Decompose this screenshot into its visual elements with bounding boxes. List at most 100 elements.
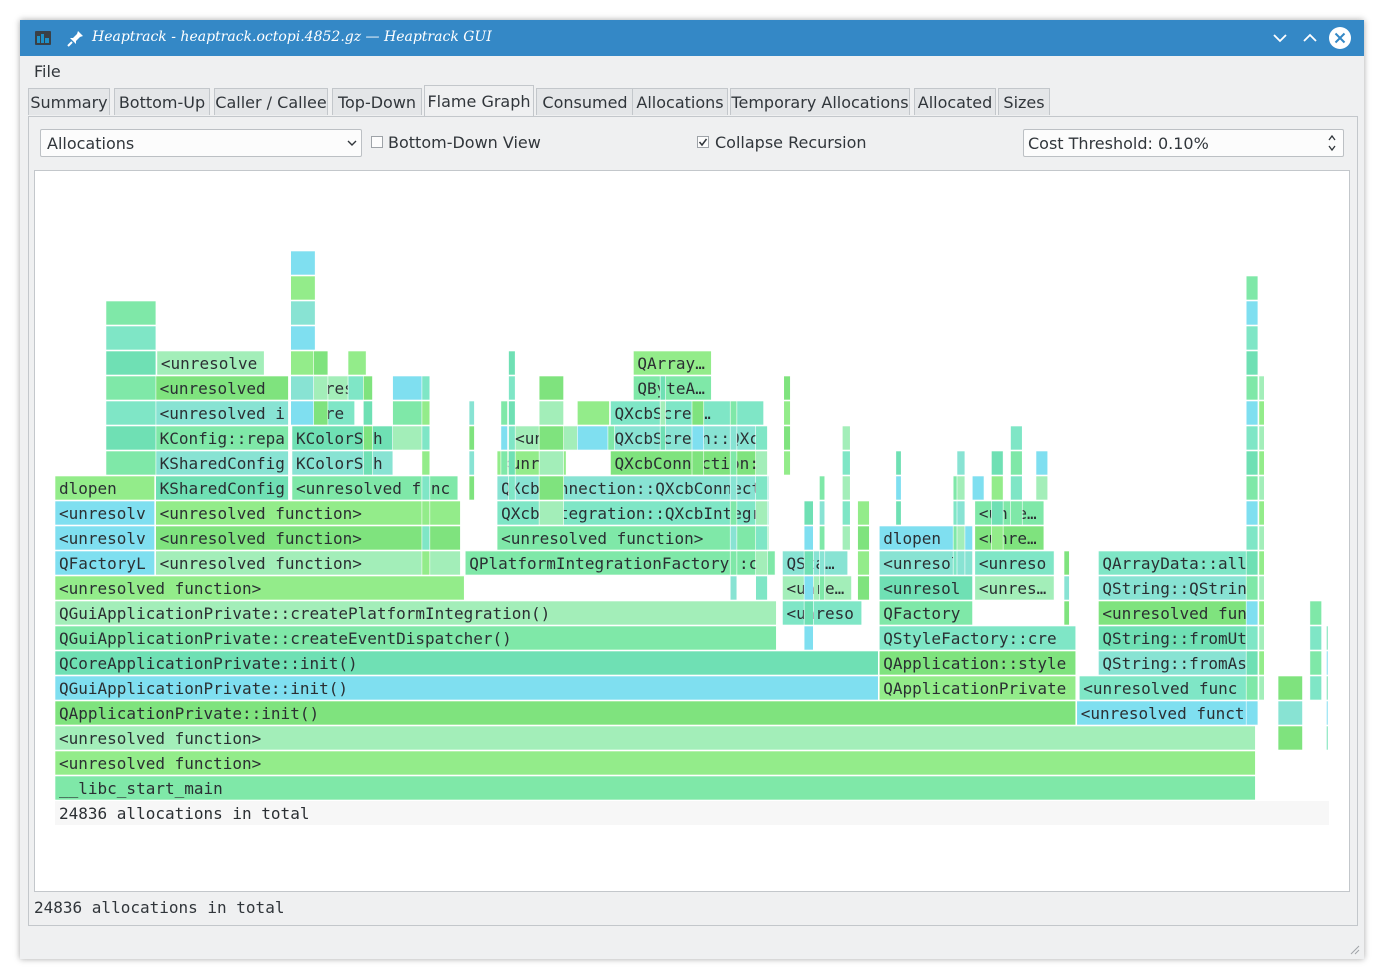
flame-frame[interactable]: [691, 450, 705, 476]
flame-frame[interactable]: [290, 275, 316, 301]
tab-allocated[interactable]: Allocated: [914, 88, 996, 115]
flame-frame[interactable]: [1245, 325, 1259, 351]
flame-frame[interactable]: [755, 550, 768, 576]
flame-frame[interactable]: [468, 475, 475, 501]
bottom-down-checkbox[interactable]: [371, 136, 383, 148]
flame-frame[interactable]: [508, 375, 516, 401]
flame-frame[interactable]: [842, 450, 851, 476]
flame-frame[interactable]: [347, 350, 367, 376]
flame-frame[interactable]: [842, 500, 851, 526]
flame-frame[interactable]: [468, 450, 475, 476]
tab-bottom-up[interactable]: Bottom-Up: [114, 88, 210, 115]
flame-frame[interactable]: KColorSch: [291, 450, 394, 476]
flame-frame[interactable]: [1245, 475, 1259, 501]
flame-frame[interactable]: [577, 400, 610, 426]
flame-frame[interactable]: [783, 400, 791, 426]
flame-frame[interactable]: [729, 475, 738, 501]
flame-frame[interactable]: [1245, 650, 1259, 676]
flame-frame[interactable]: [1258, 575, 1265, 601]
flame-frame[interactable]: [1010, 475, 1023, 501]
flame-frame[interactable]: <unresolved func: [1078, 675, 1255, 701]
flame-frame[interactable]: [363, 425, 373, 451]
flame-frame[interactable]: [1063, 575, 1070, 601]
flame-frame[interactable]: [857, 500, 870, 526]
flame-frame[interactable]: [803, 600, 814, 626]
flame-frame[interactable]: [691, 400, 705, 426]
flame-frame[interactable]: [1258, 550, 1265, 576]
flame-frame[interactable]: QString::fromAs: [1098, 650, 1256, 676]
flame-frame[interactable]: [363, 450, 373, 476]
flame-frame[interactable]: [313, 350, 329, 376]
flame-frame[interactable]: QStyleFactory::cre: [878, 625, 1077, 651]
bottom-down-label[interactable]: Bottom-Down View: [388, 133, 541, 152]
flame-frame[interactable]: [819, 575, 826, 601]
flame-frame[interactable]: [1245, 350, 1259, 376]
flame-frame[interactable]: [105, 375, 157, 401]
flame-frame[interactable]: [1277, 675, 1303, 701]
flame-frame[interactable]: [1258, 675, 1265, 701]
flame-frame[interactable]: [1277, 700, 1303, 726]
flame-frame[interactable]: KConfig::repa: [155, 425, 289, 451]
flame-frame[interactable]: [755, 500, 768, 526]
flame-graph-canvas[interactable]: __libc_start_main <unresolved function> <u…: [35, 171, 1349, 891]
flame-frame[interactable]: [956, 475, 966, 501]
flame-frame[interactable]: [1258, 450, 1265, 476]
flame-frame[interactable]: [1010, 425, 1023, 451]
flame-frame[interactable]: [421, 475, 431, 501]
flame-frame[interactable]: [105, 350, 157, 376]
flame-frame[interactable]: <unresolved fun: [1098, 600, 1256, 626]
flame-frame[interactable]: [508, 475, 516, 501]
flame-frame[interactable]: [819, 525, 826, 551]
flame-frame[interactable]: <unres…: [974, 575, 1055, 601]
flame-frame[interactable]: [1326, 700, 1329, 726]
flame-frame[interactable]: [1326, 725, 1329, 751]
flame-frame[interactable]: [803, 525, 814, 551]
flame-frame[interactable]: QCoreApplicationPrivate::init(): [54, 650, 879, 676]
flame-frame[interactable]: [857, 575, 870, 601]
flame-frame[interactable]: [313, 400, 329, 426]
collapse-recursion-checkbox[interactable]: [697, 136, 709, 148]
flame-frame[interactable]: [508, 400, 516, 426]
flame-frame[interactable]: [538, 450, 564, 476]
flame-frame[interactable]: [659, 400, 666, 426]
flame-frame[interactable]: [421, 500, 431, 526]
flame-frame[interactable]: <unresolve: [156, 350, 265, 376]
flame-frame[interactable]: [857, 550, 870, 576]
flame-frame[interactable]: [538, 400, 564, 426]
flame-frame[interactable]: <unresolved function>: [155, 550, 461, 576]
flame-frame[interactable]: [956, 550, 966, 576]
flame-frame[interactable]: [803, 625, 814, 651]
flame-frame[interactable]: [803, 500, 814, 526]
flame-frame[interactable]: QGuiApplicationPrivate::init(): [54, 675, 879, 701]
flame-frame[interactable]: [895, 450, 902, 476]
flame-frame[interactable]: [991, 500, 1004, 526]
spin-arrows-icon[interactable]: [1327, 133, 1337, 153]
flame-frame[interactable]: [290, 325, 316, 351]
flame-frame[interactable]: [783, 450, 791, 476]
flame-frame[interactable]: [1245, 425, 1259, 451]
flame-frame[interactable]: <unresolved function>: [54, 575, 465, 601]
flame-frame[interactable]: QSta…: [782, 550, 849, 576]
flame-frame[interactable]: [895, 500, 902, 526]
flame-frame[interactable]: [729, 500, 738, 526]
flame-frame[interactable]: [1277, 725, 1303, 751]
flame-frame[interactable]: <unre…: [782, 575, 852, 601]
flame-frame[interactable]: <unre…: [974, 500, 1045, 526]
flame-frame[interactable]: [392, 400, 424, 426]
flame-frame[interactable]: [538, 375, 564, 401]
flame-frame[interactable]: [1258, 425, 1265, 451]
flame-frame[interactable]: [1245, 575, 1259, 601]
flame-frame[interactable]: [729, 525, 738, 551]
flame-frame[interactable]: [803, 550, 814, 576]
flame-frame[interactable]: [659, 425, 666, 451]
flame-frame[interactable]: [729, 425, 738, 451]
flame-frame[interactable]: [1245, 300, 1259, 326]
flame-frame[interactable]: QFactoryL: [54, 550, 155, 576]
flame-frame[interactable]: <unresolved function>: [155, 525, 461, 551]
flame-frame[interactable]: [500, 450, 508, 476]
flame-frame[interactable]: [991, 525, 1004, 551]
flame-frame[interactable]: [1245, 275, 1259, 301]
flame-frame[interactable]: [1035, 450, 1049, 476]
flame-frame[interactable]: <unresolved function>: [54, 725, 1256, 751]
flame-frame[interactable]: [1063, 550, 1070, 576]
